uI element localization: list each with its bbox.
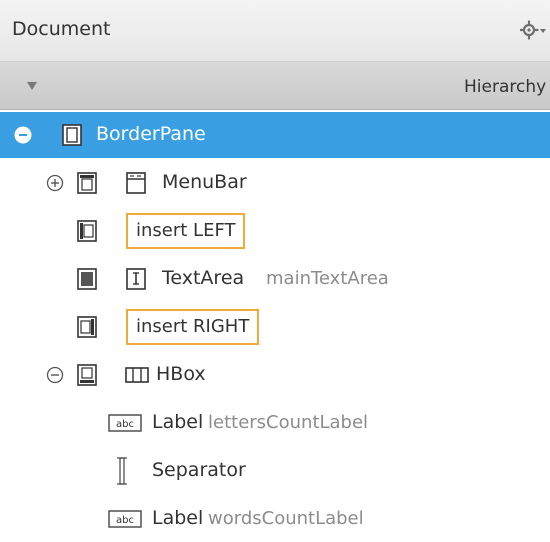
center-slot-icon [77, 268, 97, 290]
borderpane-icon [62, 124, 82, 146]
expand-icon[interactable] [46, 174, 64, 192]
tree-row-insert-left[interactable]: insert LEFT [0, 208, 550, 254]
insert-right-slot[interactable]: insert RIGHT [126, 309, 260, 345]
tree-label-menubar: MenuBar [162, 171, 247, 193]
hierarchy-title: Hierarchy [464, 77, 547, 97]
textarea-icon [126, 268, 146, 290]
hbox-icon [125, 367, 149, 383]
tree-label-separator: Separator [152, 459, 246, 481]
right-slot-icon [77, 316, 97, 338]
tree-row-menubar[interactable]: MenuBar [0, 160, 550, 206]
tree-label-textarea: TextArea [162, 267, 245, 289]
tree-id-textarea: mainTextArea [266, 268, 389, 289]
left-slot-icon [77, 220, 97, 242]
insert-left-slot[interactable]: insert LEFT [126, 213, 246, 249]
tree-row-label-words[interactable]: abc Label wordsCountLabel [0, 496, 550, 542]
tree-row-hbox[interactable]: HBox [0, 352, 550, 398]
label-icon: abc [108, 510, 142, 528]
tree-label-hbox: HBox [156, 363, 206, 385]
tree-label-borderpane: BorderPane [96, 123, 206, 145]
document-title: Document [12, 18, 111, 40]
tree-row-separator[interactable]: Separator [0, 448, 550, 494]
tree-row-label-letters[interactable]: abc Label lettersCountLabel [0, 400, 550, 446]
label-icon: abc [108, 414, 142, 432]
tree-label-label1: Label [152, 411, 204, 433]
gear-icon[interactable] [520, 19, 548, 41]
collapse-icon[interactable] [46, 366, 64, 384]
tree-id-label1: lettersCountLabel [208, 412, 369, 433]
svg-text:abc: abc [116, 515, 134, 526]
svg-text:abc: abc [116, 419, 134, 430]
separator-icon [117, 457, 127, 485]
menubar-icon [126, 172, 146, 194]
tree-row-insert-right[interactable]: insert RIGHT [0, 304, 550, 350]
tree-row-borderpane[interactable]: BorderPane [0, 112, 550, 158]
triangle-down-icon[interactable] [26, 80, 38, 92]
bottom-slot-icon [77, 364, 97, 386]
document-panel: Document Hierarchy BorderPane MenuBar in… [0, 0, 550, 533]
tree-label-label2: Label [152, 507, 204, 529]
collapse-icon[interactable] [14, 126, 32, 144]
tree-id-label2: wordsCountLabel [208, 508, 364, 529]
top-slot-icon [77, 172, 97, 194]
tree-row-textarea[interactable]: TextArea mainTextArea [0, 256, 550, 302]
hierarchy-tree: BorderPane MenuBar insert LEFT TextArea … [0, 112, 550, 533]
